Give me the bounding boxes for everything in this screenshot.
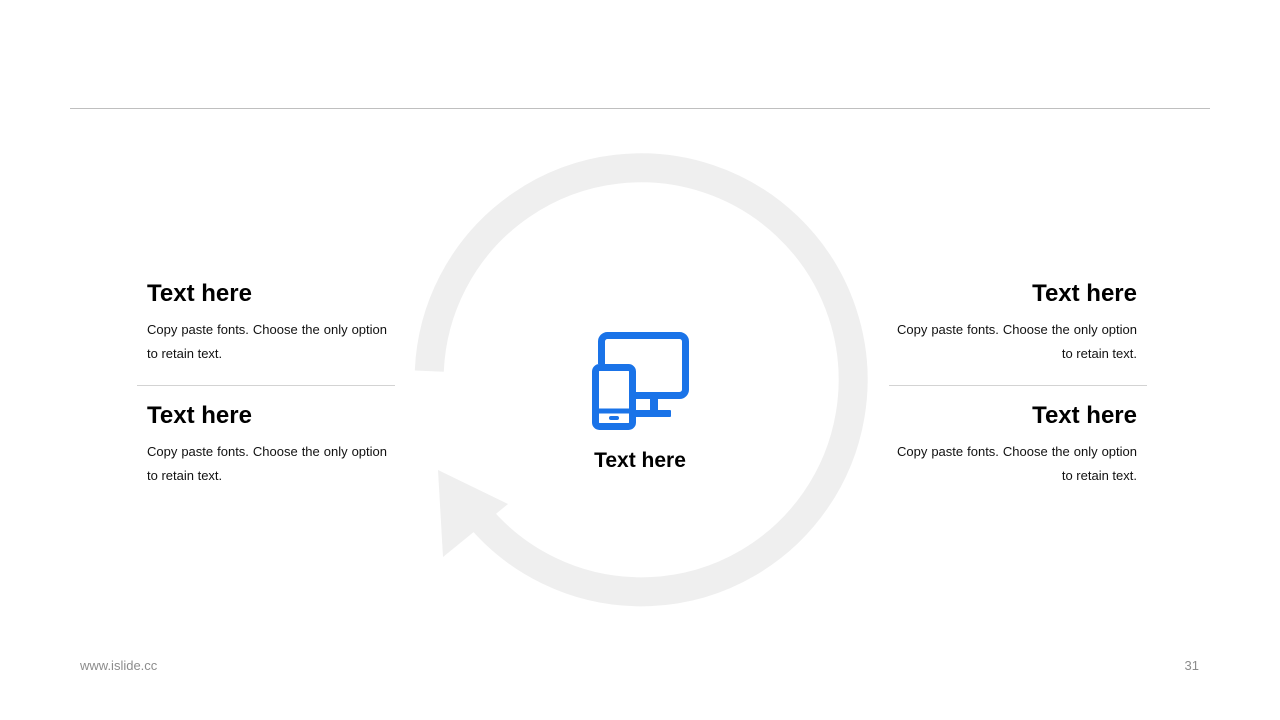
devices-icon	[592, 332, 689, 430]
left-divider	[137, 385, 395, 386]
right-item-2: Text here Copy paste fonts. Choose the o…	[897, 402, 1137, 488]
left-item-2-body: Copy paste fonts. Choose the only option…	[147, 444, 387, 483]
right-item-2-body: Copy paste fonts. Choose the only option…	[897, 444, 1137, 483]
footer-website: www.islide.cc	[80, 658, 158, 673]
page-number: 31	[1184, 658, 1199, 673]
left-item-1-body: Copy paste fonts. Choose the only option…	[147, 322, 387, 361]
left-item-1-title: Text here	[147, 280, 252, 307]
left-item-2-title: Text here	[147, 402, 252, 429]
right-item-1-title: Text here	[1032, 280, 1137, 307]
right-divider	[889, 385, 1147, 386]
right-item-1: Text here Copy paste fonts. Choose the o…	[897, 280, 1137, 366]
left-item-2: Text here Copy paste fonts. Choose the o…	[147, 402, 387, 488]
left-item-1: Text here Copy paste fonts. Choose the o…	[147, 280, 387, 366]
right-item-2-title: Text here	[1032, 402, 1137, 429]
center-label: Text here	[594, 449, 686, 472]
right-item-1-body: Copy paste fonts. Choose the only option…	[897, 322, 1137, 361]
